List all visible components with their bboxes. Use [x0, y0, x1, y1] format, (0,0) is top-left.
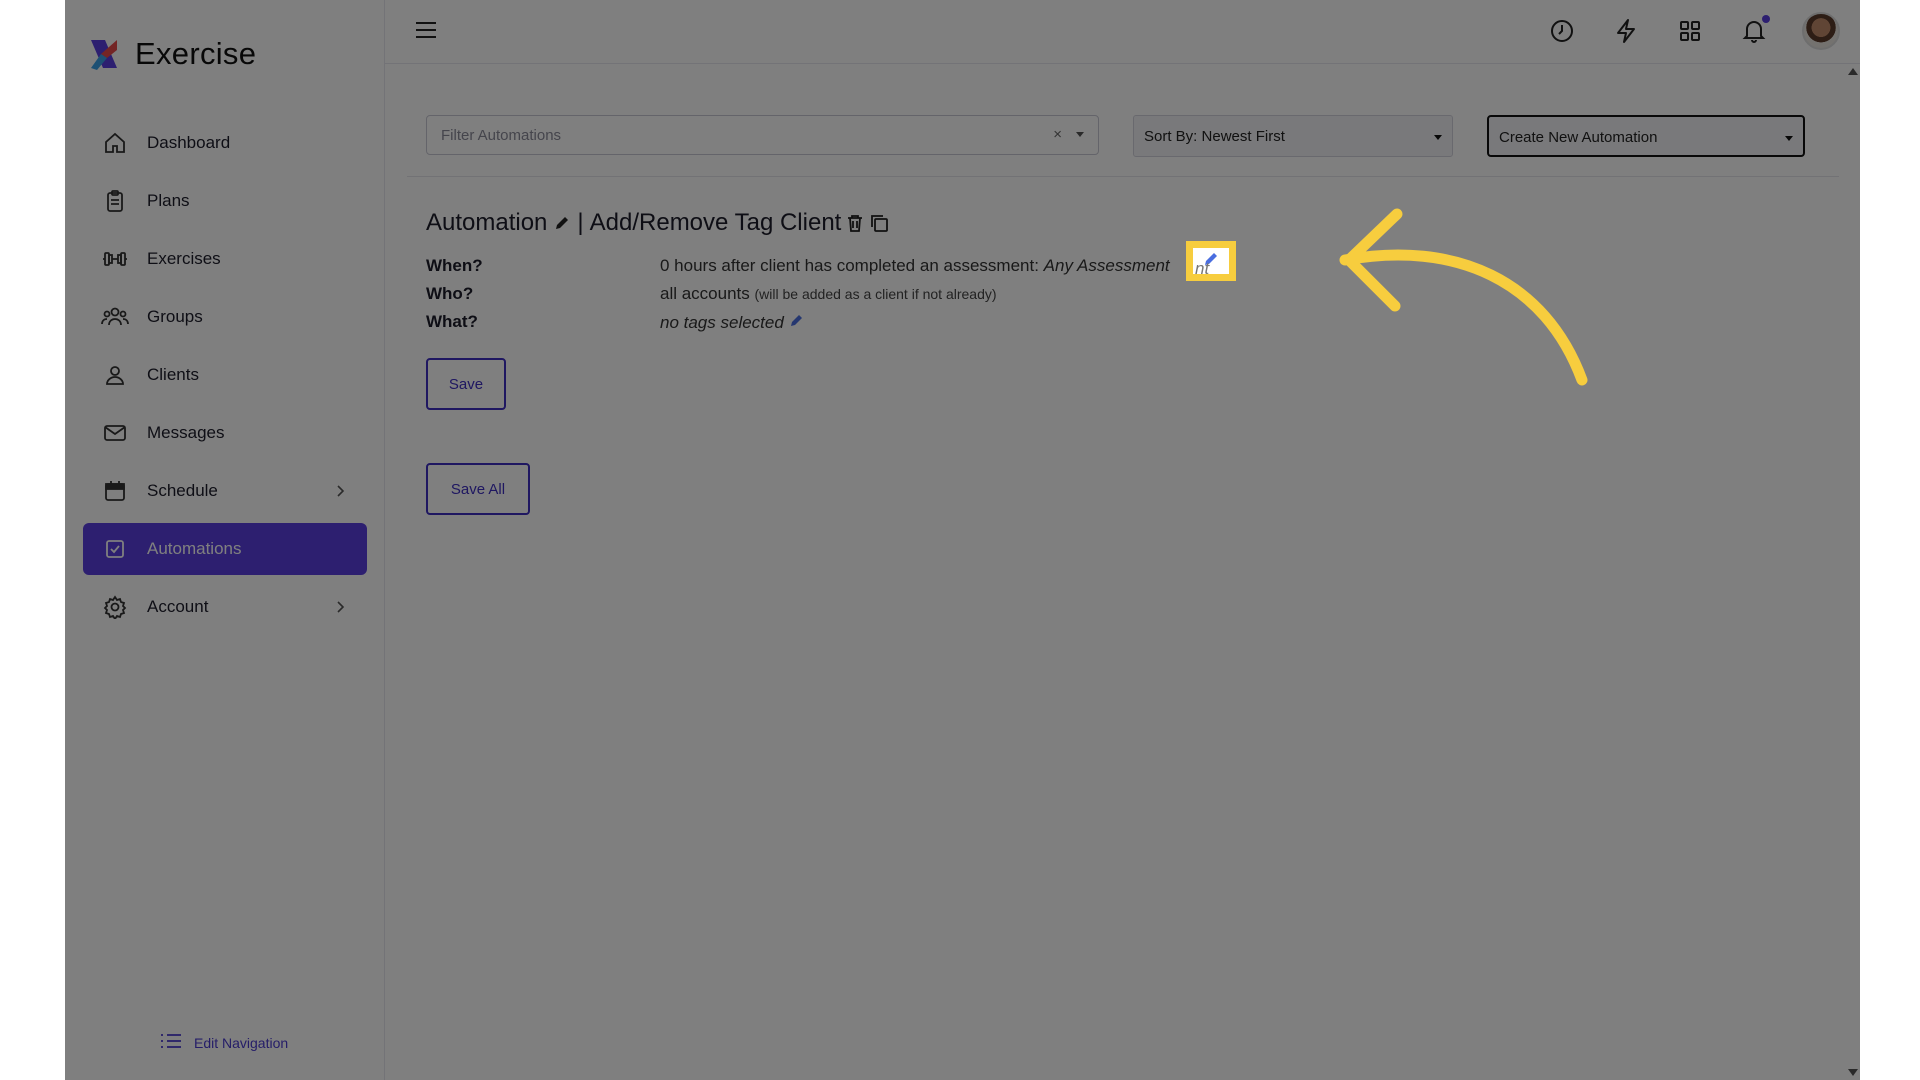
- checkbox-icon: [101, 535, 129, 563]
- when-text: 0 hours after client has completed an as…: [660, 256, 1039, 275]
- chevron-right-icon: [335, 483, 345, 503]
- trash-icon[interactable]: [847, 214, 863, 232]
- list-icon: [160, 1032, 182, 1053]
- logo[interactable]: Exercise: [87, 36, 256, 72]
- who-note: (will be added as a client if not alread…: [754, 286, 997, 302]
- scroll-down-arrow[interactable]: [1848, 1069, 1858, 1076]
- sidebar-item-label: Clients: [147, 365, 199, 384]
- sidebar-item-label: Exercises: [147, 249, 221, 268]
- filter-placeholder: Filter Automations: [441, 127, 562, 144]
- mail-icon: [101, 419, 129, 447]
- main-content: Filter Automations × Sort By: Newest Fir…: [385, 64, 1860, 1080]
- who-text: all accounts: [660, 284, 750, 303]
- sidebar-item-dashboard[interactable]: Dashboard: [83, 117, 367, 169]
- save-all-button[interactable]: Save All: [426, 463, 530, 515]
- sidebar-item-label: Dashboard: [147, 133, 231, 152]
- create-select-value: Create New Automation: [1499, 129, 1658, 146]
- group-icon: [101, 303, 129, 331]
- edit-navigation-link[interactable]: Edit Navigation: [160, 1032, 288, 1053]
- sidebar-item-messages[interactable]: Messages: [83, 407, 367, 459]
- sidebar-item-label: Account: [147, 597, 209, 616]
- sidebar-item-account[interactable]: Account: [83, 581, 367, 633]
- automation-title-separator: |: [577, 209, 584, 236]
- avatar[interactable]: [1802, 12, 1840, 50]
- divider: [407, 176, 1839, 177]
- edit-tags-pencil-icon[interactable]: [789, 313, 805, 332]
- automation-title: Automation | Add/Remove Tag Client: [426, 209, 889, 237]
- sidebar-item-groups[interactable]: Groups: [83, 291, 367, 343]
- calendar-icon: [101, 477, 129, 505]
- chevron-right-icon: [335, 599, 345, 619]
- gear-icon: [101, 593, 129, 621]
- edit-navigation-label: Edit Navigation: [194, 1034, 289, 1051]
- copy-icon[interactable]: [869, 213, 889, 233]
- sort-select-value: Sort By: Newest First: [1144, 128, 1285, 145]
- automation-name: Add/Remove Tag Client: [589, 209, 842, 236]
- tutorial-arrow-icon: [1339, 208, 1588, 386]
- sidebar-item-plans[interactable]: Plans: [83, 175, 367, 227]
- apps-grid-icon[interactable]: [1674, 15, 1706, 47]
- caret-down-icon: [1785, 136, 1793, 141]
- when-value: 0 hours after client has completed an as…: [660, 256, 1170, 276]
- highlighted-edit-when-button[interactable]: nt: [1186, 241, 1236, 281]
- caret-down-icon: [1434, 135, 1442, 140]
- save-button[interactable]: Save: [426, 358, 506, 410]
- sidebar-item-schedule[interactable]: Schedule: [83, 465, 367, 517]
- app-window: Exercise Dashboard Plans Exercises Group…: [65, 0, 1860, 1080]
- top-bar: [385, 0, 1860, 64]
- hamburger-menu-icon[interactable]: [415, 20, 437, 45]
- what-text: no tags selected: [660, 313, 784, 332]
- sidebar-item-label: Plans: [147, 191, 190, 210]
- bell-icon[interactable]: [1738, 15, 1770, 47]
- clipboard-icon: [101, 187, 129, 215]
- sidebar-item-label: Messages: [147, 423, 225, 442]
- app-name: Exercise: [135, 36, 257, 71]
- sidebar-item-clients[interactable]: Clients: [83, 349, 367, 401]
- top-bar-actions: [1546, 12, 1840, 50]
- automation-title-prefix: Automation: [426, 209, 548, 236]
- clock-icon[interactable]: [1546, 15, 1578, 47]
- sort-select[interactable]: Sort By: Newest First: [1133, 115, 1453, 157]
- sidebar-item-label: Schedule: [147, 481, 218, 500]
- create-new-automation-select[interactable]: Create New Automation: [1487, 115, 1805, 157]
- what-label: What?: [426, 312, 478, 331]
- logo-icon: [87, 36, 121, 72]
- home-icon: [101, 129, 129, 157]
- what-value: no tags selected: [660, 312, 805, 333]
- sidebar-item-label: Groups: [147, 307, 203, 326]
- pencil-icon[interactable]: [553, 214, 571, 232]
- who-value: all accounts (will be added as a client …: [660, 284, 997, 304]
- caret-down-icon[interactable]: [1076, 132, 1084, 137]
- scroll-up-arrow[interactable]: [1848, 68, 1858, 75]
- highlighted-text-fragment: nt: [1195, 259, 1210, 278]
- sidebar-item-label: Automations: [147, 539, 242, 558]
- when-assessment: Any Assessment: [1043, 256, 1170, 275]
- person-icon: [101, 361, 129, 389]
- filter-automations-select[interactable]: Filter Automations ×: [426, 115, 1099, 155]
- sidebar-item-exercises[interactable]: Exercises: [83, 233, 367, 285]
- notification-dot: [1762, 15, 1770, 23]
- sidebar-nav: Dashboard Plans Exercises Groups Clients…: [83, 117, 367, 639]
- lightning-icon[interactable]: [1610, 15, 1642, 47]
- sidebar: Exercise Dashboard Plans Exercises Group…: [65, 0, 385, 1080]
- sidebar-item-automations[interactable]: Automations: [83, 523, 367, 575]
- clear-icon[interactable]: ×: [1053, 126, 1062, 143]
- when-label: When?: [426, 256, 483, 275]
- dumbbell-icon: [101, 245, 129, 273]
- who-label: Who?: [426, 284, 474, 303]
